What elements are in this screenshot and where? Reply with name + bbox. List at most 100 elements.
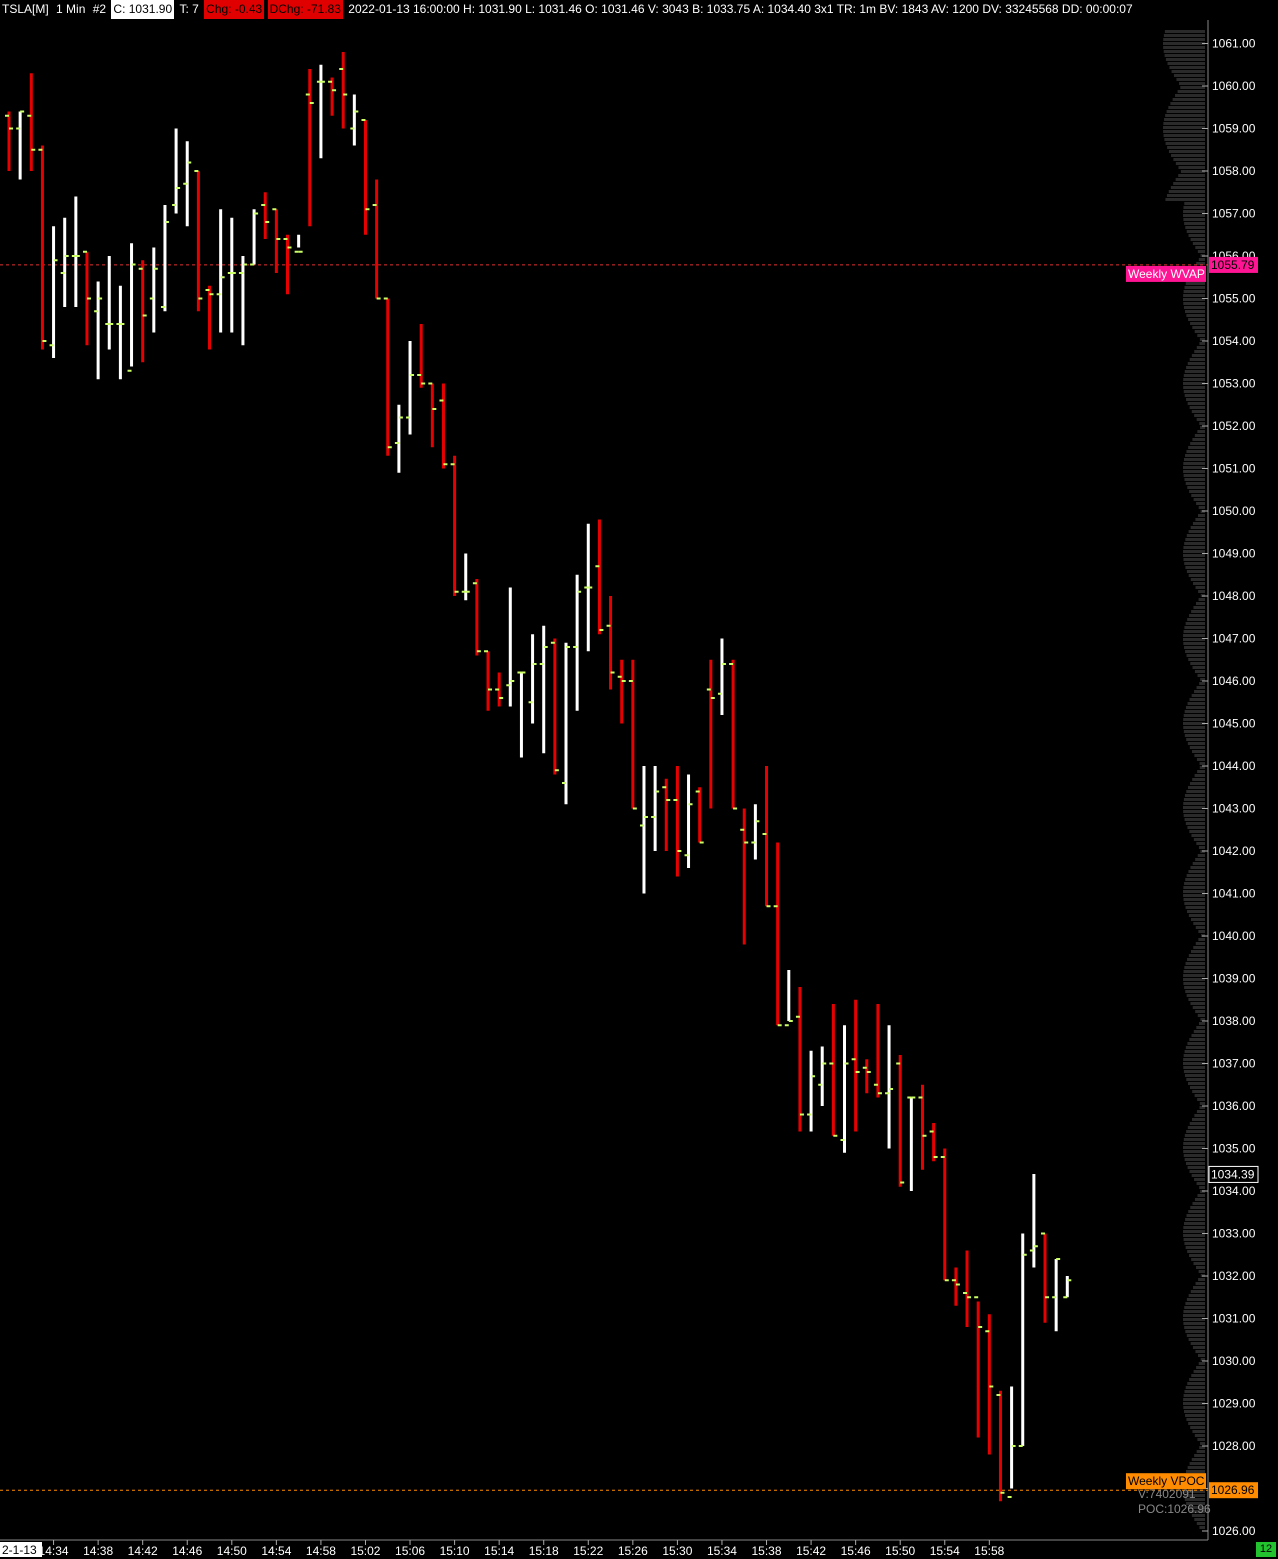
profile-bar <box>1183 1058 1205 1061</box>
profile-bar <box>1192 862 1205 865</box>
profile-bar <box>1185 226 1205 229</box>
profile-bar <box>1187 1042 1205 1045</box>
price-tick-label: 1033.00 <box>1212 1227 1256 1241</box>
time-tick-label: 15:06 <box>395 1544 425 1558</box>
profile-bar <box>1179 82 1205 85</box>
profile-bar <box>1183 1150 1205 1153</box>
profile-bar <box>1193 922 1205 925</box>
profile-bar <box>1185 906 1205 909</box>
profile-bar <box>1194 434 1205 437</box>
profile-bar <box>1186 534 1205 537</box>
price-tick-label: 1049.00 <box>1212 547 1256 561</box>
profile-bar <box>1197 1354 1205 1357</box>
profile-bar <box>1183 722 1205 725</box>
profile-bar <box>1166 110 1205 113</box>
profile-bar <box>1183 730 1205 733</box>
profile-bar <box>1185 878 1205 881</box>
profile-bar <box>1188 446 1205 449</box>
time-tick-label: 15:42 <box>796 1544 826 1558</box>
profile-bar <box>1193 1030 1205 1033</box>
profile-bar <box>1184 626 1205 629</box>
profile-bar <box>1196 1182 1205 1185</box>
profile-bar <box>1185 650 1205 653</box>
profile-bar <box>1180 170 1205 173</box>
profile-bar <box>1195 858 1205 861</box>
profile-bar <box>1183 306 1205 309</box>
profile-bar <box>1188 1338 1205 1341</box>
profile-bar <box>1195 942 1205 945</box>
profile-bar <box>1185 622 1205 625</box>
price-axis[interactable]: 1026.001027.001028.001029.001030.001031.… <box>1202 20 1256 1540</box>
profile-bar <box>1199 762 1205 765</box>
profile-bar <box>1183 474 1205 477</box>
profile-bar <box>1196 346 1205 349</box>
profile-bar <box>1186 1078 1205 1081</box>
time-tick-label: 15:54 <box>930 1544 960 1558</box>
time-tick-label: 15:10 <box>440 1544 470 1558</box>
profile-bar <box>1189 1086 1205 1089</box>
profile-bar <box>1163 34 1205 37</box>
profile-bar <box>1183 218 1205 221</box>
price-chart[interactable]: 1026.001027.001028.001029.001030.001031.… <box>0 0 1278 1559</box>
profile-bar <box>1191 354 1205 357</box>
profile-bar <box>1167 62 1205 65</box>
vpoc-info: POC:1026.96 <box>1138 1502 1211 1516</box>
time-tick-label: 14:38 <box>83 1544 113 1558</box>
profile-bar <box>1170 186 1205 189</box>
profile-bar <box>1183 302 1205 305</box>
profile-bar <box>1191 1034 1205 1037</box>
profile-bar <box>1198 1022 1205 1025</box>
profile-bar <box>1198 590 1205 593</box>
profile-bar <box>1187 1126 1205 1129</box>
profile-bar <box>1196 758 1205 761</box>
profile-bar <box>1184 710 1205 713</box>
profile-bar <box>1190 1426 1205 1429</box>
profile-bar <box>1184 966 1205 969</box>
profile-bar <box>1193 946 1205 949</box>
profile-bar <box>1190 1342 1205 1345</box>
profile-bar <box>1187 1382 1205 1385</box>
profile-bar <box>1193 1262 1205 1265</box>
profile-bar <box>1180 86 1205 89</box>
profile-bar <box>1183 798 1205 801</box>
time-axis[interactable]: 2-1-13 14:34 14:38 14:42 14:46 14:50 14:54 14:5… <box>0 1539 1208 1558</box>
profile-bar <box>1169 66 1205 69</box>
profile-bar <box>1190 238 1205 241</box>
profile-bar <box>1195 246 1205 249</box>
profile-bar <box>1192 1090 1205 1093</box>
profile-bar <box>1189 1122 1205 1125</box>
vpoc-info: V:7402091 <box>1138 1487 1196 1501</box>
profile-bar <box>1186 654 1205 657</box>
profile-bar <box>1183 898 1205 901</box>
profile-bar <box>1163 38 1205 41</box>
profile-bar <box>1188 1082 1205 1085</box>
price-tick-label: 1061.00 <box>1212 37 1256 51</box>
profile-bar <box>1183 974 1205 977</box>
profile-bar <box>1184 646 1205 649</box>
price-tick-label: 1041.00 <box>1212 887 1256 901</box>
profile-bar <box>1167 146 1205 149</box>
profile-bar <box>1184 882 1205 885</box>
profile-bar <box>1186 450 1205 453</box>
profile-bar <box>1165 198 1205 201</box>
time-tick-label: 15:38 <box>752 1544 782 1558</box>
profile-bar <box>1194 1094 1205 1097</box>
price-tick-label: 1034.00 <box>1212 1184 1256 1198</box>
profile-bar <box>1187 402 1205 405</box>
profile-bar <box>1183 1394 1205 1397</box>
profile-bar <box>1194 330 1205 333</box>
price-tick-label: 1060.00 <box>1212 79 1256 93</box>
price-tick-label: 1055.00 <box>1212 292 1256 306</box>
price-tick-label: 1043.00 <box>1212 802 1256 816</box>
level-name: Weekly WVAP <box>1128 267 1205 281</box>
profile-bar <box>1184 542 1205 545</box>
profile-bar <box>1199 1526 1205 1529</box>
profile-bar <box>1184 1242 1205 1245</box>
profile-bar <box>1194 1454 1205 1457</box>
profile-bar <box>1199 1186 1205 1189</box>
profile-bar <box>1183 1066 1205 1069</box>
profile-bar <box>1186 738 1205 741</box>
profile-bar <box>1183 1310 1205 1313</box>
profile-bar <box>1189 1378 1205 1381</box>
price-tick-label: 1029.00 <box>1212 1397 1256 1411</box>
